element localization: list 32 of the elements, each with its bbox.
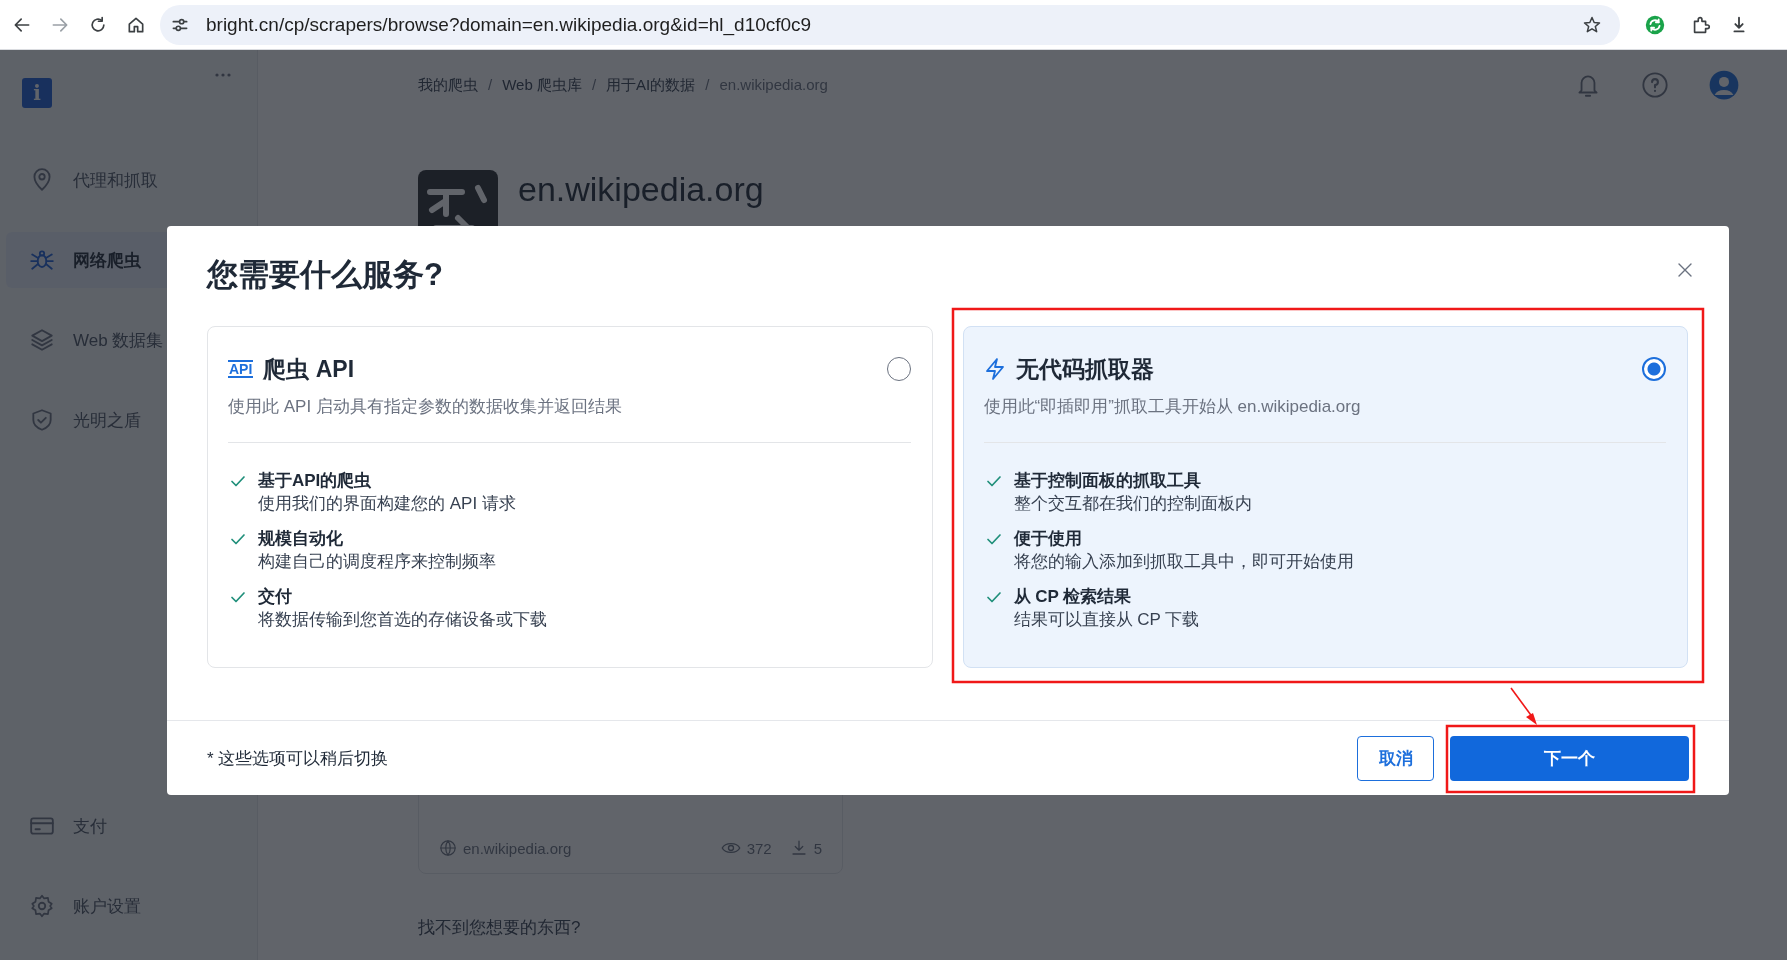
feature-title: 便于使用 xyxy=(1013,528,1083,550)
option-description: 使用此“即插即用”抓取工具开始从 en.wikipedia.org xyxy=(983,395,1666,443)
feature-description: 整个交互都在我们的控制面板内 xyxy=(1013,493,1252,515)
option-title: 爬虫 API xyxy=(263,354,356,384)
help-text: 找不到您想要的东西? xyxy=(418,917,582,939)
feature-title: 基于控制面板的抓取工具 xyxy=(1013,470,1202,492)
app-logo[interactable]: i xyxy=(22,78,52,108)
breadcrumb-separator: / xyxy=(488,75,493,95)
feature-description: 将您的输入添加到抓取工具中，即可开始使用 xyxy=(1013,551,1354,573)
option-title: 无代码抓取器 xyxy=(1015,354,1155,384)
feature-title: 从 CP 检索结果 xyxy=(1013,586,1133,608)
breadcrumb-link[interactable]: Web 爬虫库 xyxy=(502,75,582,95)
breadcrumb-separator: / xyxy=(705,75,710,95)
page-title: en.wikipedia.org xyxy=(518,170,764,209)
feature-description: 构建自己的调度程序来控制频率 xyxy=(258,551,496,573)
option-description: 使用此 API 启动具有指定参数的数据收集并返回结果 xyxy=(228,395,911,443)
option-card[interactable]: 无代码抓取器 使用此“即插即用”抓取工具开始从 en.wikipedia.org 基于控制面板的抓取工具 整个交互都在我们的控制面板内 便于使用 将您的输入添加到抓取工具中，即可开始使用 从 CP 检索结果 结果可以直接从 CP 下载 xyxy=(962,326,1688,668)
cancel-button[interactable]: 取消 xyxy=(1357,735,1434,781)
feature-description: 使用我们的界面构建您的 API 请求 xyxy=(258,493,516,515)
feature-title: 基于API的爬虫 xyxy=(258,470,373,492)
feature-description: 结果可以直接从 CP 下载 xyxy=(1013,609,1200,631)
breadcrumb-link[interactable]: 我的爬虫 xyxy=(418,75,478,95)
breadcrumb-link[interactable]: 用于AI的数据 xyxy=(606,75,696,95)
option-card[interactable]: API 爬虫 API 使用此 API 启动具有指定参数的数据收集并返回结果 基于API的爬虫 使用我们的界面构建您的 API 请求 规模自动化 构建自己的调度程序来控制频率 交付 将数据传输到您首选的存储设备或下载 xyxy=(207,326,933,668)
feature-title: 交付 xyxy=(258,586,293,608)
footnote: * 这些选项可以稍后切换 xyxy=(207,747,389,770)
next-button[interactable]: 下一个 xyxy=(1450,735,1689,781)
breadcrumb-separator: / xyxy=(591,75,597,95)
address-bar[interactable]: bright.cn/cp/scrapers/browse?domain=en.wikipedia.org&id=hl_d10cf0c9 xyxy=(160,4,1620,45)
feature-title: 规模自动化 xyxy=(258,528,344,550)
feature-description: 将数据传输到您首选的存储设备或下载 xyxy=(258,609,547,631)
url-text: bright.cn/cp/scrapers/browse?domain=en.wikipedia.org&id=hl_d10cf0c9 xyxy=(206,13,813,36)
